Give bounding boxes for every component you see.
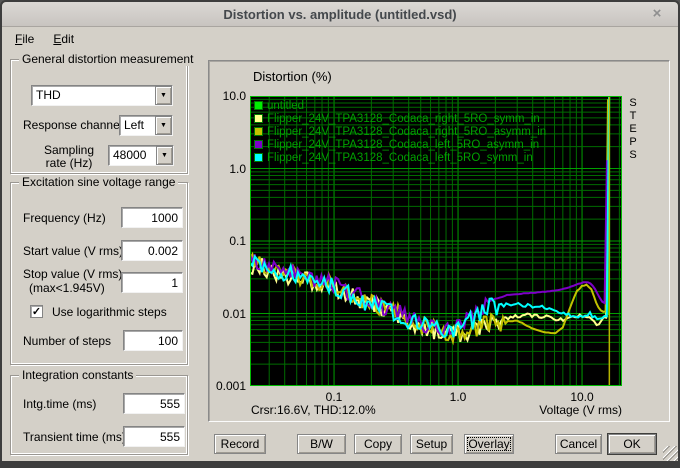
legend-swatch-icon [254, 114, 263, 123]
bw-button[interactable]: B/W [297, 434, 346, 454]
overlay-button[interactable]: Overlay [464, 434, 514, 454]
series-Flipper_24V_TPA3128_Codaca_left_5RO_asymm_in [250, 160, 607, 334]
group-integration: Integration constants Intg.time (ms) Tra… [10, 375, 188, 455]
legend-label: Flipper_24V_TPA3128_Codaca_right_5RO_sym… [267, 113, 540, 125]
log-steps-label: Use logarithmic steps [52, 305, 167, 319]
group-general: General distortion measurement THD ▼ Res… [10, 59, 188, 174]
legend-label: Flipper_24V_TPA3128_Codaca_left_5RO_asym… [267, 139, 539, 151]
legend-swatch-icon [254, 153, 263, 162]
frequency-label: Frequency (Hz) [23, 211, 106, 225]
title-bar[interactable]: Distortion vs. amplitude (untitled.vsd) … [2, 2, 678, 27]
legend-swatch-icon [254, 101, 263, 110]
x-tick-10: 10.0 [560, 390, 604, 404]
stop-value-label: Stop value (V rms) [23, 267, 122, 281]
transient-time-label: Transient time (ms) [23, 430, 126, 444]
group-excitation: Excitation sine voltage range Frequency … [10, 182, 188, 365]
cancel-button[interactable]: Cancel [555, 434, 602, 454]
sampling-rate-label: Sampling rate (Hz) [35, 144, 103, 170]
chart-panel: Distortion (%) 10.0 1.0 0.1 0.01 0.001 0… [208, 60, 670, 422]
setup-button[interactable]: Setup [410, 434, 453, 454]
response-channel-value: Left [120, 116, 155, 135]
sampling-rate-select[interactable]: 48000 ▼ [108, 145, 174, 166]
steps-axis-label: STEPS [627, 97, 639, 162]
measurement-type-value: THD [32, 86, 155, 105]
cursor-readout: Crsr:16.6V, THD:12.0% [251, 403, 376, 417]
group-general-title: General distortion measurement [19, 52, 196, 66]
chart-plot[interactable]: untitledFlipper_24V_TPA3128_Codaca_right… [250, 96, 622, 386]
sampling-rate-value: 48000 [109, 146, 156, 165]
frequency-input[interactable] [121, 207, 183, 228]
group-integration-title: Integration constants [19, 368, 136, 382]
legend-item: Flipper_24V_TPA3128_Codaca_left_5RO_symm… [254, 151, 546, 164]
stop-value-note: (max<1.945V) [29, 281, 105, 295]
window-title: Distortion vs. amplitude (untitled.vsd) [223, 7, 456, 22]
chevron-down-icon[interactable]: ▼ [156, 146, 173, 165]
y-tick-1: 1.0 [209, 162, 246, 176]
x-tick-0-1: 0.1 [312, 390, 356, 404]
menu-file[interactable]: File [10, 30, 39, 49]
chevron-down-icon[interactable]: ▼ [155, 116, 172, 135]
record-button[interactable]: Record [214, 434, 266, 454]
response-channel-label: Response channel [23, 118, 122, 132]
measurement-type-select[interactable]: THD ▼ [31, 85, 173, 106]
x-axis-label: Voltage (V rms) [462, 403, 622, 417]
group-excitation-title: Excitation sine voltage range [19, 175, 178, 189]
legend-swatch-icon [254, 140, 263, 149]
copy-button[interactable]: Copy [354, 434, 402, 454]
transient-time-input[interactable] [123, 426, 185, 447]
legend-item: untitled [254, 99, 546, 112]
intg-time-label: Intg.time (ms) [23, 397, 96, 411]
chart-legend: untitledFlipper_24V_TPA3128_Codaca_right… [254, 99, 546, 164]
legend-item: Flipper_24V_TPA3128_Codaca_right_5RO_asy… [254, 125, 546, 138]
menu-edit[interactable]: Edit [48, 30, 79, 49]
ok-button[interactable]: OK [608, 434, 656, 454]
y-tick-0-001: 0.001 [209, 379, 246, 393]
legend-label: untitled [267, 100, 304, 112]
intg-time-input[interactable] [123, 393, 185, 414]
x-tick-1: 1.0 [436, 390, 480, 404]
resize-grip[interactable] [663, 446, 678, 461]
legend-label: Flipper_24V_TPA3128_Codaca_right_5RO_asy… [267, 126, 546, 138]
response-channel-select[interactable]: Left ▼ [119, 115, 173, 136]
number-of-steps-input[interactable] [123, 330, 183, 351]
y-tick-10: 10.0 [209, 89, 246, 103]
number-of-steps-label: Number of steps [23, 334, 111, 348]
legend-swatch-icon [254, 127, 263, 136]
log-steps-checkbox[interactable]: ✓ [30, 305, 43, 318]
y-tick-0-1: 0.1 [209, 234, 246, 248]
close-icon[interactable]: × [648, 5, 666, 23]
legend-item: Flipper_24V_TPA3128_Codaca_left_5RO_asym… [254, 138, 546, 151]
dialog-window: Distortion vs. amplitude (untitled.vsd) … [0, 0, 680, 468]
chevron-down-icon[interactable]: ▼ [155, 86, 172, 105]
menu-bar: File Edit [4, 30, 79, 49]
start-value-label: Start value (V rms) [23, 244, 123, 258]
start-value-input[interactable] [121, 240, 183, 261]
legend-label: Flipper_24V_TPA3128_Codaca_left_5RO_symm… [267, 152, 533, 164]
y-tick-0-01: 0.01 [209, 307, 246, 321]
chart-title: Distortion (%) [253, 69, 332, 84]
legend-item: Flipper_24V_TPA3128_Codaca_right_5RO_sym… [254, 112, 546, 125]
stop-value-input[interactable] [121, 272, 183, 293]
